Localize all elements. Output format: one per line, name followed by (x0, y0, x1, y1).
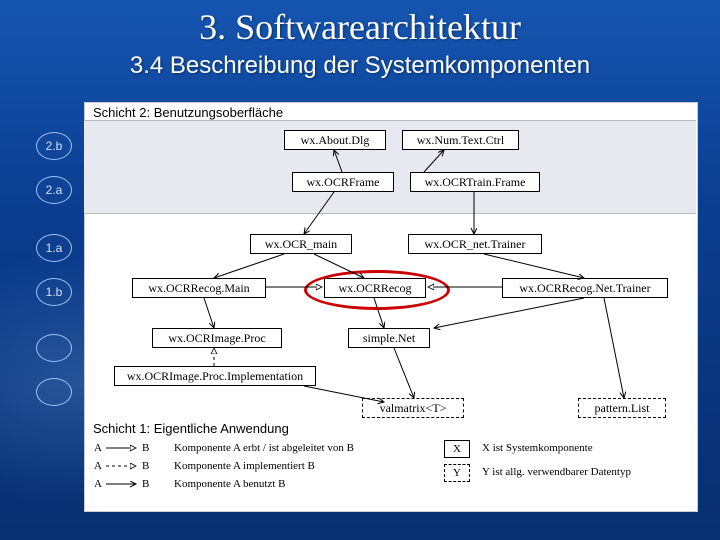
legend-b3: B (142, 478, 149, 490)
box-ocrframe: wx.OCRFrame (292, 172, 394, 192)
highlight-ellipse (304, 270, 450, 310)
box-recogmain: wx.OCRRecog.Main (132, 278, 266, 298)
page-title: 3. Softwarearchitektur (0, 0, 720, 48)
legend-b1: B (142, 442, 149, 454)
legend-t3: Komponente A benutzt B (174, 478, 286, 490)
box-imageprocimpl: wx.OCRImage.Proc.Implementation (114, 366, 316, 386)
bubble-1b: 1.b (36, 278, 72, 306)
bubble-2a: 2.a (36, 176, 72, 204)
box-imageproc: wx.OCRImage.Proc (152, 328, 282, 348)
box-ocrtrainframe: wx.OCRTrain.Frame (410, 172, 540, 192)
legend-t1: Komponente A erbt / ist abgeleitet von B (174, 442, 354, 454)
bubble-empty-2: . (36, 378, 72, 406)
layer2-label: Schicht 2: Benutzungsoberfläche (93, 105, 283, 120)
legend-b2: B (142, 460, 149, 472)
box-simplenet: simple.Net (348, 328, 430, 348)
legend-y-text: Y ist allg. verwendbarer Datentyp (482, 466, 631, 478)
legend-a1: A (94, 442, 102, 454)
legend-a2: A (94, 460, 102, 472)
box-ocrnettrainer: wx.OCR_net.Trainer (408, 234, 542, 254)
page-subtitle: 3.4 Beschreibung der Systemkomponenten (0, 52, 720, 80)
diagram-stage: 2.b 2.a 1.a 1.b . . Schicht 2: Benutzung… (24, 102, 696, 510)
legend-a3: A (94, 478, 102, 490)
box-recognettrainer: wx.OCRRecog.Net.Trainer (502, 278, 668, 298)
legend-x-text: X ist Systemkomponente (482, 442, 593, 454)
box-numtextctrl: wx.Num.Text.Ctrl (402, 130, 519, 150)
layer2-band (84, 120, 696, 214)
box-patternlist: pattern.List (578, 398, 666, 418)
bubble-1a: 1.a (36, 234, 72, 262)
layer1-label: Schicht 1: Eigentliche Anwendung (93, 421, 289, 436)
legend-t2: Komponente A implementiert B (174, 460, 315, 472)
box-valmatrix: valmatrix<T> (362, 398, 464, 418)
bubble-empty-1: . (36, 334, 72, 362)
box-ocrmain: wx.OCR_main (250, 234, 352, 254)
bubble-2b: 2.b (36, 132, 72, 160)
legend-y-box: Y (444, 464, 470, 482)
legend-x-box: X (444, 440, 470, 458)
box-aboutdlg: wx.About.Dlg (284, 130, 386, 150)
